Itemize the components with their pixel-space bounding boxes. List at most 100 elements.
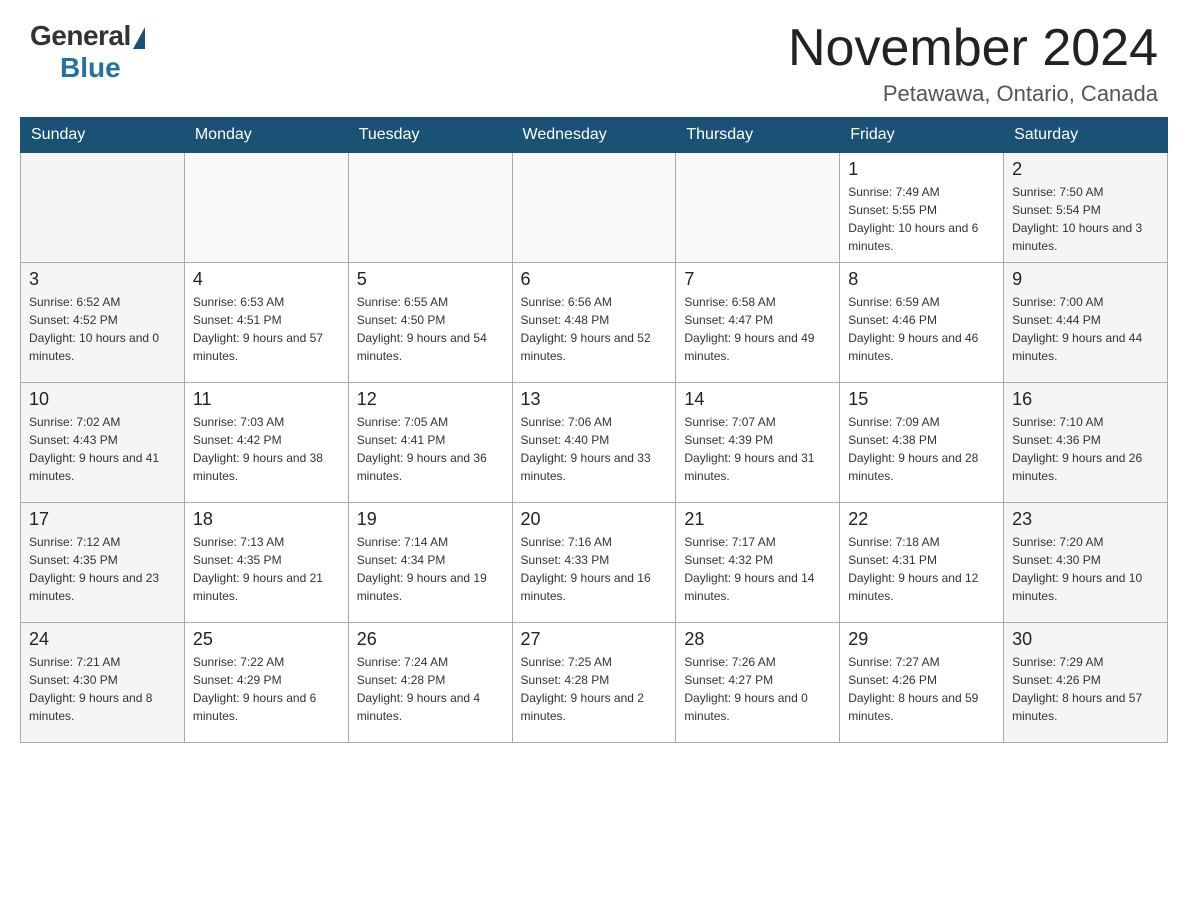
location-title: Petawawa, Ontario, Canada — [788, 81, 1158, 107]
calendar-cell: 19 Sunrise: 7:14 AMSunset: 4:34 PMDayligh… — [348, 503, 512, 623]
calendar-cell: 1 Sunrise: 7:49 AMSunset: 5:55 PMDaylight… — [840, 153, 1004, 263]
day-number: 11 — [193, 389, 340, 410]
day-number: 1 — [848, 159, 995, 180]
calendar-cell: 7 Sunrise: 6:58 AMSunset: 4:47 PMDaylight… — [676, 263, 840, 383]
day-number: 25 — [193, 629, 340, 650]
logo: General Blue — [30, 20, 145, 84]
day-info: Sunrise: 7:50 AMSunset: 5:54 PMDaylight:… — [1012, 183, 1159, 255]
day-number: 29 — [848, 629, 995, 650]
day-number: 30 — [1012, 629, 1159, 650]
day-info: Sunrise: 7:26 AMSunset: 4:27 PMDaylight:… — [684, 653, 831, 725]
day-number: 22 — [848, 509, 995, 530]
weekday-header-tuesday: Tuesday — [348, 118, 512, 153]
day-info: Sunrise: 7:29 AMSunset: 4:26 PMDaylight:… — [1012, 653, 1159, 725]
calendar-cell: 20 Sunrise: 7:16 AMSunset: 4:33 PMDayligh… — [512, 503, 676, 623]
day-info: Sunrise: 7:09 AMSunset: 4:38 PMDaylight:… — [848, 413, 995, 485]
calendar-cell: 2Sunrise: 7:50 AMSunset: 5:54 PMDaylight… — [1004, 153, 1168, 263]
calendar-cell: 15 Sunrise: 7:09 AMSunset: 4:38 PMDayligh… — [840, 383, 1004, 503]
day-number: 16 — [1012, 389, 1159, 410]
calendar-cell — [512, 153, 676, 263]
day-number: 17 — [29, 509, 176, 530]
calendar-cell: 14 Sunrise: 7:07 AMSunset: 4:39 PMDayligh… — [676, 383, 840, 503]
weekday-header-thursday: Thursday — [676, 118, 840, 153]
day-number: 28 — [684, 629, 831, 650]
title-area: November 2024 Petawawa, Ontario, Canada — [788, 20, 1158, 107]
day-info: Sunrise: 7:13 AMSunset: 4:35 PMDaylight:… — [193, 533, 340, 605]
calendar-cell: 12Sunrise: 7:05 AMSunset: 4:41 PMDayligh… — [348, 383, 512, 503]
calendar-cell: 5Sunrise: 6:55 AMSunset: 4:50 PMDaylight… — [348, 263, 512, 383]
calendar-week-row: 17 Sunrise: 7:12 AMSunset: 4:35 PMDayligh… — [21, 503, 1168, 623]
day-info: Sunrise: 7:24 AMSunset: 4:28 PMDaylight:… — [357, 653, 504, 725]
day-number: 20 — [521, 509, 668, 530]
day-info: Sunrise: 7:12 AMSunset: 4:35 PMDaylight:… — [29, 533, 176, 605]
weekday-header-row: SundayMondayTuesdayWednesdayThursdayFrid… — [21, 118, 1168, 153]
day-number: 13 — [521, 389, 668, 410]
day-info: Sunrise: 7:17 AMSunset: 4:32 PMDaylight:… — [684, 533, 831, 605]
day-number: 26 — [357, 629, 504, 650]
day-info: Sunrise: 7:02 AMSunset: 4:43 PMDaylight:… — [29, 413, 176, 485]
calendar-cell: 16 Sunrise: 7:10 AMSunset: 4:36 PMDayligh… — [1004, 383, 1168, 503]
calendar-cell: 30 Sunrise: 7:29 AMSunset: 4:26 PMDayligh… — [1004, 623, 1168, 743]
calendar-cell: 8Sunrise: 6:59 AMSunset: 4:46 PMDaylight… — [840, 263, 1004, 383]
day-number: 19 — [357, 509, 504, 530]
day-info: Sunrise: 6:58 AMSunset: 4:47 PMDaylight:… — [684, 293, 831, 365]
day-number: 14 — [684, 389, 831, 410]
day-number: 10 — [29, 389, 176, 410]
day-number: 3 — [29, 269, 176, 290]
day-info: Sunrise: 7:49 AMSunset: 5:55 PMDaylight:… — [848, 183, 995, 255]
calendar-cell: 3 Sunrise: 6:52 AMSunset: 4:52 PMDaylight… — [21, 263, 185, 383]
day-info: Sunrise: 6:53 AMSunset: 4:51 PMDaylight:… — [193, 293, 340, 365]
logo-general-text: General — [30, 20, 131, 52]
calendar-cell: 11 Sunrise: 7:03 AMSunset: 4:42 PMDayligh… — [184, 383, 348, 503]
day-info: Sunrise: 7:16 AMSunset: 4:33 PMDaylight:… — [521, 533, 668, 605]
calendar-cell: 6Sunrise: 6:56 AMSunset: 4:48 PMDaylight… — [512, 263, 676, 383]
weekday-header-sunday: Sunday — [21, 118, 185, 153]
day-number: 9 — [1012, 269, 1159, 290]
weekday-header-monday: Monday — [184, 118, 348, 153]
day-number: 15 — [848, 389, 995, 410]
day-number: 24 — [29, 629, 176, 650]
day-number: 12 — [357, 389, 504, 410]
day-number: 8 — [848, 269, 995, 290]
logo-blue-text: Blue — [60, 52, 121, 84]
day-info: Sunrise: 7:18 AMSunset: 4:31 PMDaylight:… — [848, 533, 995, 605]
calendar-wrapper: SundayMondayTuesdayWednesdayThursdayFrid… — [0, 117, 1188, 763]
day-info: Sunrise: 7:14 AMSunset: 4:34 PMDaylight:… — [357, 533, 504, 605]
day-info: Sunrise: 7:10 AMSunset: 4:36 PMDaylight:… — [1012, 413, 1159, 485]
weekday-header-wednesday: Wednesday — [512, 118, 676, 153]
day-info: Sunrise: 7:03 AMSunset: 4:42 PMDaylight:… — [193, 413, 340, 485]
page-header: General Blue November 2024 Petawawa, Ont… — [0, 0, 1188, 117]
day-number: 27 — [521, 629, 668, 650]
calendar-cell — [676, 153, 840, 263]
day-info: Sunrise: 7:06 AMSunset: 4:40 PMDaylight:… — [521, 413, 668, 485]
day-info: Sunrise: 6:52 AMSunset: 4:52 PMDaylight:… — [29, 293, 176, 365]
weekday-header-saturday: Saturday — [1004, 118, 1168, 153]
calendar-cell: 10 Sunrise: 7:02 AMSunset: 4:43 PMDayligh… — [21, 383, 185, 503]
calendar-cell: 22 Sunrise: 7:18 AMSunset: 4:31 PMDayligh… — [840, 503, 1004, 623]
day-info: Sunrise: 6:56 AMSunset: 4:48 PMDaylight:… — [521, 293, 668, 365]
day-info: Sunrise: 7:20 AMSunset: 4:30 PMDaylight:… — [1012, 533, 1159, 605]
day-info: Sunrise: 7:00 AMSunset: 4:44 PMDaylight:… — [1012, 293, 1159, 365]
calendar-cell — [21, 153, 185, 263]
day-info: Sunrise: 7:07 AMSunset: 4:39 PMDaylight:… — [684, 413, 831, 485]
day-number: 7 — [684, 269, 831, 290]
calendar-cell: 25Sunrise: 7:22 AMSunset: 4:29 PMDayligh… — [184, 623, 348, 743]
day-info: Sunrise: 7:27 AMSunset: 4:26 PMDaylight:… — [848, 653, 995, 725]
calendar-cell: 18 Sunrise: 7:13 AMSunset: 4:35 PMDayligh… — [184, 503, 348, 623]
calendar-cell: 24Sunrise: 7:21 AMSunset: 4:30 PMDayligh… — [21, 623, 185, 743]
calendar-week-row: 3 Sunrise: 6:52 AMSunset: 4:52 PMDaylight… — [21, 263, 1168, 383]
calendar-week-row: 1 Sunrise: 7:49 AMSunset: 5:55 PMDaylight… — [21, 153, 1168, 263]
day-number: 4 — [193, 269, 340, 290]
calendar-cell: 17 Sunrise: 7:12 AMSunset: 4:35 PMDayligh… — [21, 503, 185, 623]
weekday-header-friday: Friday — [840, 118, 1004, 153]
logo-triangle-icon — [133, 27, 145, 49]
day-number: 21 — [684, 509, 831, 530]
calendar-cell: 21 Sunrise: 7:17 AMSunset: 4:32 PMDayligh… — [676, 503, 840, 623]
day-info: Sunrise: 7:25 AMSunset: 4:28 PMDaylight:… — [521, 653, 668, 725]
day-number: 18 — [193, 509, 340, 530]
calendar-cell: 4 Sunrise: 6:53 AMSunset: 4:51 PMDaylight… — [184, 263, 348, 383]
calendar-table: SundayMondayTuesdayWednesdayThursdayFrid… — [20, 117, 1168, 743]
calendar-cell: 27 Sunrise: 7:25 AMSunset: 4:28 PMDayligh… — [512, 623, 676, 743]
calendar-cell: 23Sunrise: 7:20 AMSunset: 4:30 PMDayligh… — [1004, 503, 1168, 623]
calendar-cell: 13 Sunrise: 7:06 AMSunset: 4:40 PMDayligh… — [512, 383, 676, 503]
